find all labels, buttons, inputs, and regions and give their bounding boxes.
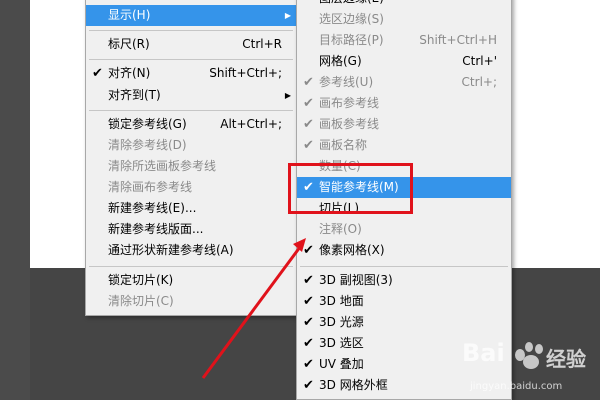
- watermark-brand: Bai: [462, 339, 505, 367]
- watermark: Bai 经验 jingyan.baidu.com: [462, 333, 600, 400]
- watermark-url: jingyan.baidu.com: [470, 381, 563, 392]
- watermark-brand-suffix: 经验: [546, 347, 586, 371]
